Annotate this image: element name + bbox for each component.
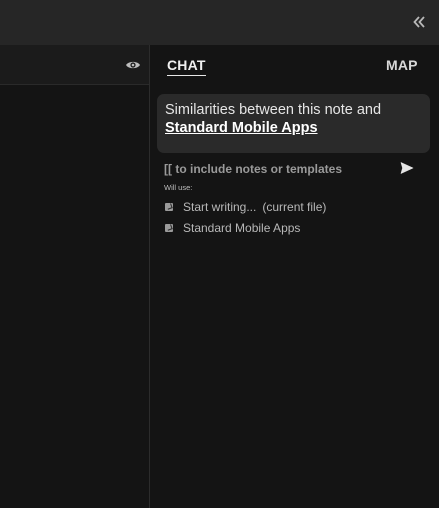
chat-input[interactable] [164, 160, 394, 178]
send-icon [400, 162, 414, 174]
context-item-note: (current file) [262, 200, 327, 214]
tab-map[interactable]: MAP [386, 57, 418, 73]
context-item-standard-mobile-apps: Standard Mobile Apps [165, 220, 300, 236]
prompt-note-link[interactable]: Standard Mobile Apps [165, 119, 422, 137]
double-chevron-left-icon [413, 16, 425, 28]
title-bar [0, 0, 439, 45]
prompt-card: Similarities between this note and Stand… [157, 94, 430, 153]
editor-pane [0, 45, 149, 508]
context-checkbox[interactable] [165, 224, 173, 232]
chat-panel: CHAT MAP Similarities between this note … [150, 45, 439, 508]
collapse-sidebar-button[interactable] [409, 12, 429, 32]
context-heading: Will use: [164, 183, 193, 192]
context-item-label: Start writing... [183, 200, 257, 214]
context-item-label: Standard Mobile Apps [183, 221, 301, 235]
editor-header [0, 45, 149, 85]
app-window: CHAT MAP Similarities between this note … [0, 0, 439, 508]
send-button[interactable] [400, 161, 416, 177]
reading-view-button[interactable] [125, 57, 141, 73]
context-checkbox[interactable] [165, 203, 173, 211]
panel-tabs: CHAT MAP [150, 45, 439, 87]
prompt-text: Similarities between this note and [165, 102, 382, 118]
eye-icon [126, 61, 140, 69]
context-item-current-file: Start writing... (current file) [165, 199, 326, 215]
tab-chat[interactable]: CHAT [167, 57, 206, 76]
